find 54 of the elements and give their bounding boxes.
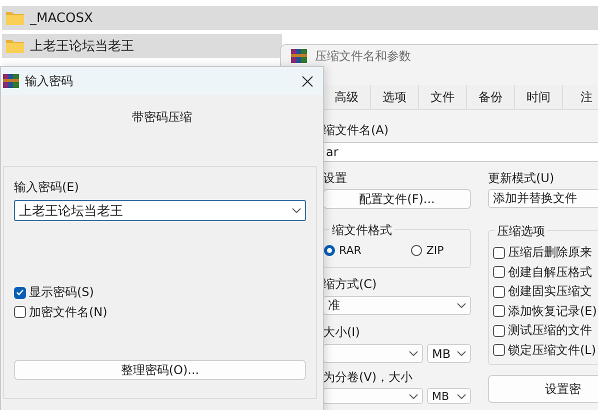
checkbox-label: 创建固实压缩文 [508,283,592,300]
profile-button[interactable]: 配置文件(F)... [323,189,471,209]
checkbox-label: 创建自解压格式 [508,264,592,281]
chevron-down-icon [457,351,466,356]
checkbox[interactable] [493,266,505,278]
field-label: 输入密码(E) [14,179,80,196]
field-label: 更新模式(U) [488,170,556,187]
chevron-down-icon [409,394,418,398]
close-icon [302,76,312,86]
chevron-down-icon [457,303,466,308]
checkbox-label: 添加恢复记录(E) [508,302,597,320]
radio-label: RAR [339,244,362,257]
books-icon [291,49,307,63]
folder-icon [6,39,24,53]
checkbox[interactable] [493,246,505,259]
checkbox-label: 测试压缩的文件 [508,322,592,340]
password-button[interactable]: 设置密 [488,375,598,403]
field-label: 大小(I) [323,324,361,341]
dropdown[interactable]: MB [427,388,471,404]
checkbox[interactable] [14,306,26,318]
checkbox-label: 锁定压缩文件(L) [508,342,596,359]
chevron-down-icon [409,351,418,356]
close-button[interactable] [299,73,315,89]
folder-icon [6,11,24,25]
dropdown[interactable]: 准 [323,296,471,315]
dropdown[interactable]: MB [427,344,471,363]
dialog-heading: 带密码压缩 [132,109,192,126]
field-label: 设置 [323,170,348,187]
radio-label: ZIP [426,244,444,257]
checkbox[interactable] [493,286,505,298]
folder-row[interactable]: 上老王论坛当老王 [2,34,282,58]
chevron-down-icon [457,394,466,398]
radio-button[interactable] [411,245,422,256]
checkbox[interactable] [14,286,26,299]
chevron-down-icon [292,208,301,213]
organize-passwords-button[interactable]: 整理密码(O)... [14,360,306,380]
checkbox-label: 显示密码(S) [29,284,94,302]
radio-button[interactable] [324,245,335,256]
checkbox-label: 压缩后删除原来 [508,244,592,262]
checkbox[interactable] [493,305,505,318]
checkbox[interactable] [493,344,505,356]
books-icon [3,74,19,88]
checkbox[interactable] [493,324,505,337]
password-field[interactable]: 上老王论坛当老王 [14,200,306,221]
group-label: 压缩选项 [495,223,547,240]
dialog-title: 输入密码 [25,72,74,90]
dropdown[interactable]: 添加并替换文件 [488,189,598,208]
checkbox-label: 加密文件名(N) [29,304,108,321]
group-label: 缩文件格式 [330,222,394,239]
checkmark-icon [16,289,24,296]
folder-row[interactable]: _MACOSX [2,6,598,30]
window-title: 压缩文件名和参数 [315,48,411,64]
input-field[interactable]: ar [323,142,598,162]
field-label: 为分卷(V)，大小 [323,369,414,386]
